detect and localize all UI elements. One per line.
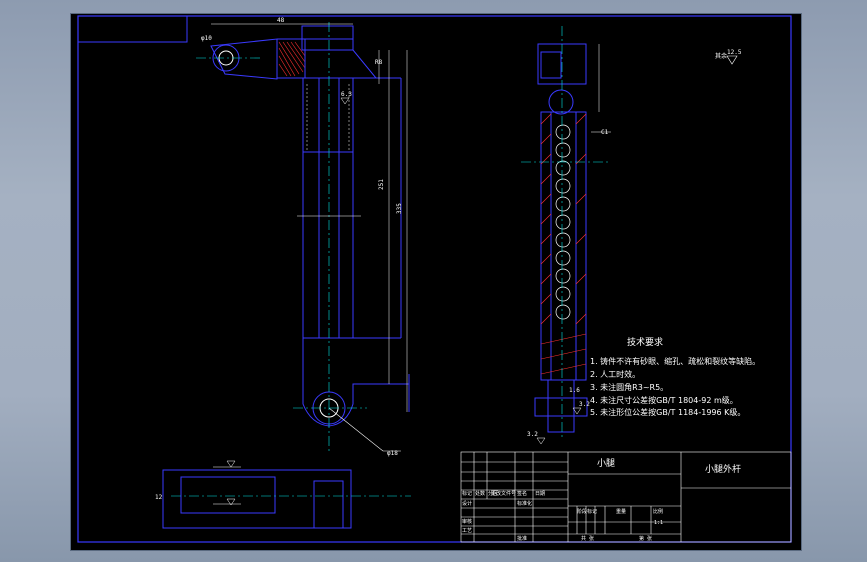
cad-drawing: 48 251 335 φ10 φ18 R8 6.3 12 C1 1.6 3.2 … — [77, 15, 792, 543]
dim-slot: 12 — [155, 494, 163, 501]
dim-pin-dia: φ10 — [201, 35, 212, 42]
technical-requirements: 技术要求 1. 铸件不许有砂眼、缩孔、疏松和裂纹等缺陷。 2. 人工时效。 3.… — [590, 336, 760, 417]
tb-mark: 标记 — [462, 490, 472, 497]
tb-sheets-total: 共 张 — [581, 535, 594, 542]
tb-standard: 标准化 — [517, 500, 532, 507]
tb-scale-value: 1:1 — [654, 520, 663, 526]
tb-signature: 签名 — [517, 490, 527, 497]
tech-req-item-5: 5. 未注形位公差按GB/T 1184-1996 K级。 — [590, 407, 745, 417]
tb-date-1: 日期 — [535, 491, 545, 497]
tb-stage: 阶段标记 — [577, 508, 597, 515]
tb-check: 审核 — [462, 518, 472, 525]
tb-change-doc: 更改文件号 — [491, 490, 516, 497]
cad-viewport[interactable]: 48 251 335 φ10 φ18 R8 6.3 12 C1 1.6 3.2 … — [70, 13, 802, 551]
corner-label-box — [78, 16, 188, 43]
dim-radius: R8 — [375, 59, 383, 66]
dim-bar-height: 251 — [378, 179, 385, 190]
tb-ratio: 比例 — [653, 508, 663, 515]
tb-sheet-no: 第 张 — [639, 535, 652, 542]
tech-req-item-2: 2. 人工时效。 — [590, 369, 640, 379]
tech-req-item-1: 1. 铸件不许有砂眼、缩孔、疏松和裂纹等缺陷。 — [590, 356, 760, 366]
front-view — [210, 25, 410, 452]
part-name: 小腿外杆 — [705, 463, 741, 475]
tb-weight: 重量 — [616, 508, 626, 515]
tb-design: 设计 — [462, 500, 472, 507]
roughness-mark-1: 6.3 — [341, 91, 352, 98]
roughness-general-symbol — [726, 55, 738, 65]
dim-hole-dia: φ18 — [387, 450, 398, 457]
bottom-view — [162, 469, 352, 529]
roughness-mark-4: 3.2 — [527, 431, 538, 438]
tech-req-item-3: 3. 未注圆角R3~R5。 — [590, 382, 668, 392]
drawing-frame — [77, 15, 792, 543]
drawing-name: 小腿 — [597, 458, 615, 469]
dim-total-height: 335 — [396, 203, 403, 214]
roughness-general-value: 12.5 — [727, 49, 742, 56]
tb-approve: 批准 — [517, 535, 527, 542]
roughness-mark-2: 1.6 — [569, 387, 580, 394]
tb-process: 工艺 — [462, 528, 472, 534]
roughness-symbol-1 — [340, 97, 350, 105]
tech-req-heading: 技术要求 — [627, 336, 663, 348]
roughness-mark-3: 3.2 — [579, 401, 590, 408]
roughness-general-label: 其余 — [715, 52, 727, 60]
dim-top-width: 48 — [277, 17, 285, 24]
dim-chamfer: C1 — [601, 129, 609, 136]
tb-count: 处数 — [475, 490, 485, 497]
tech-req-item-4: 4. 未注尺寸公差按GB/T 1804-92 m级。 — [590, 395, 738, 405]
title-block — [460, 451, 792, 543]
